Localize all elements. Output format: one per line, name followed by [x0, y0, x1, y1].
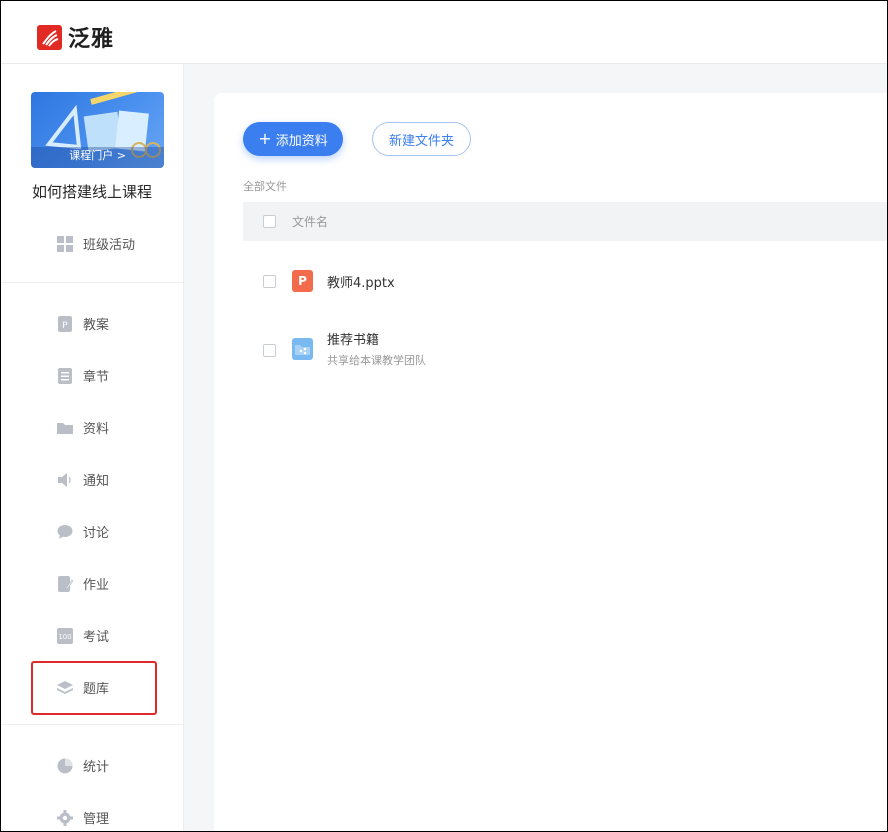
sidebar-item-manage[interactable]: 管理 — [57, 808, 109, 827]
sidebar-item-label: 考试 — [83, 630, 110, 645]
logo-text: 泛雅 — [68, 27, 115, 52]
sidebar-item-discussion[interactable]: 讨论 — [57, 522, 109, 541]
add-material-button[interactable]: + 添加资料 — [243, 122, 343, 156]
row-checkbox[interactable] — [263, 274, 276, 288]
column-header-name: 文件名 — [292, 215, 329, 229]
lesson-plan-icon: P — [57, 315, 73, 332]
select-all-checkbox[interactable] — [263, 215, 276, 228]
speaker-icon — [57, 472, 73, 488]
sidebar-item-class-activity[interactable]: 班级活动 — [57, 234, 135, 253]
shared-folder-icon — [292, 337, 313, 360]
sidebar-item-exam[interactable]: 100 考试 — [57, 626, 109, 645]
sidebar-item-statistics[interactable]: 统计 — [57, 756, 109, 775]
svg-text:P: P — [62, 321, 68, 331]
top-header: 泛雅 — [1, 1, 887, 64]
logo-mark-icon — [37, 24, 62, 50]
sidebar-item-label: 讨论 — [83, 526, 110, 541]
file-info: 推荐书籍 共享给本课教学团队 — [327, 329, 426, 368]
course-portal-link[interactable]: 课程门户 > — [69, 147, 126, 163]
new-folder-label: 新建文件夹 — [388, 133, 454, 149]
divider — [1, 282, 183, 283]
sidebar-item-notice[interactable]: 通知 — [57, 470, 109, 489]
chat-bubble-icon — [57, 524, 73, 540]
course-title: 如何搭建线上课程 — [31, 183, 152, 201]
sidebar-item-chapter[interactable]: 章节 — [57, 366, 109, 385]
sidebar-item-label: 通知 — [83, 474, 110, 489]
chapter-icon — [57, 367, 73, 384]
sidebar-item-label: 班级活动 — [83, 238, 136, 253]
homework-icon — [57, 575, 74, 592]
divider — [1, 724, 183, 725]
breadcrumb[interactable]: 全部文件 — [243, 178, 287, 194]
folder-icon — [57, 420, 73, 436]
sidebar-item-homework[interactable]: 作业 — [57, 574, 109, 593]
table-row[interactable]: 推荐书籍 共享给本课教学团队 — [243, 329, 887, 368]
sidebar-item-materials[interactable]: 资料 — [57, 418, 109, 437]
sidebar-item-label: 教案 — [83, 318, 110, 333]
plus-icon: + — [258, 129, 272, 148]
table-row[interactable]: P 教师4.pptx — [243, 270, 887, 292]
ppt-file-icon: P — [292, 270, 313, 292]
file-share-note: 共享给本课教学团队 — [327, 354, 426, 367]
gear-icon — [57, 809, 73, 826]
file-name[interactable]: 推荐书籍 — [327, 329, 426, 348]
sidebar-item-lesson-plan[interactable]: P 教案 — [57, 314, 109, 333]
sidebar-item-label: 资料 — [83, 422, 110, 437]
logo[interactable]: 泛雅 — [37, 21, 114, 53]
pie-chart-icon — [57, 758, 73, 774]
sidebar: 课程门户 > 如何搭建线上课程 班级活动 P 教案 章节 资料 通知 讨论 作业… — [1, 64, 184, 831]
table-header: 文件名 — [243, 202, 887, 241]
grid-icon — [57, 235, 73, 252]
add-material-label: 添加资料 — [275, 133, 328, 149]
sidebar-item-label: 章节 — [83, 370, 110, 385]
new-folder-button[interactable]: 新建文件夹 — [372, 122, 471, 156]
sidebar-item-label: 管理 — [83, 812, 110, 827]
row-checkbox[interactable] — [263, 344, 276, 357]
file-name[interactable]: 教师4.pptx — [327, 272, 395, 291]
exam-icon: 100 — [57, 627, 73, 644]
course-cover[interactable]: 课程门户 > — [31, 92, 164, 168]
sidebar-item-label: 统计 — [83, 760, 110, 775]
svg-text:100: 100 — [58, 633, 71, 641]
question-bank-highlight — [31, 661, 157, 715]
sidebar-item-label: 作业 — [83, 578, 110, 593]
app-window: 泛雅 课程门户 > 如何搭建线上课程 班级活动 P 教案 章节 资料 通知 讨论… — [0, 0, 888, 832]
